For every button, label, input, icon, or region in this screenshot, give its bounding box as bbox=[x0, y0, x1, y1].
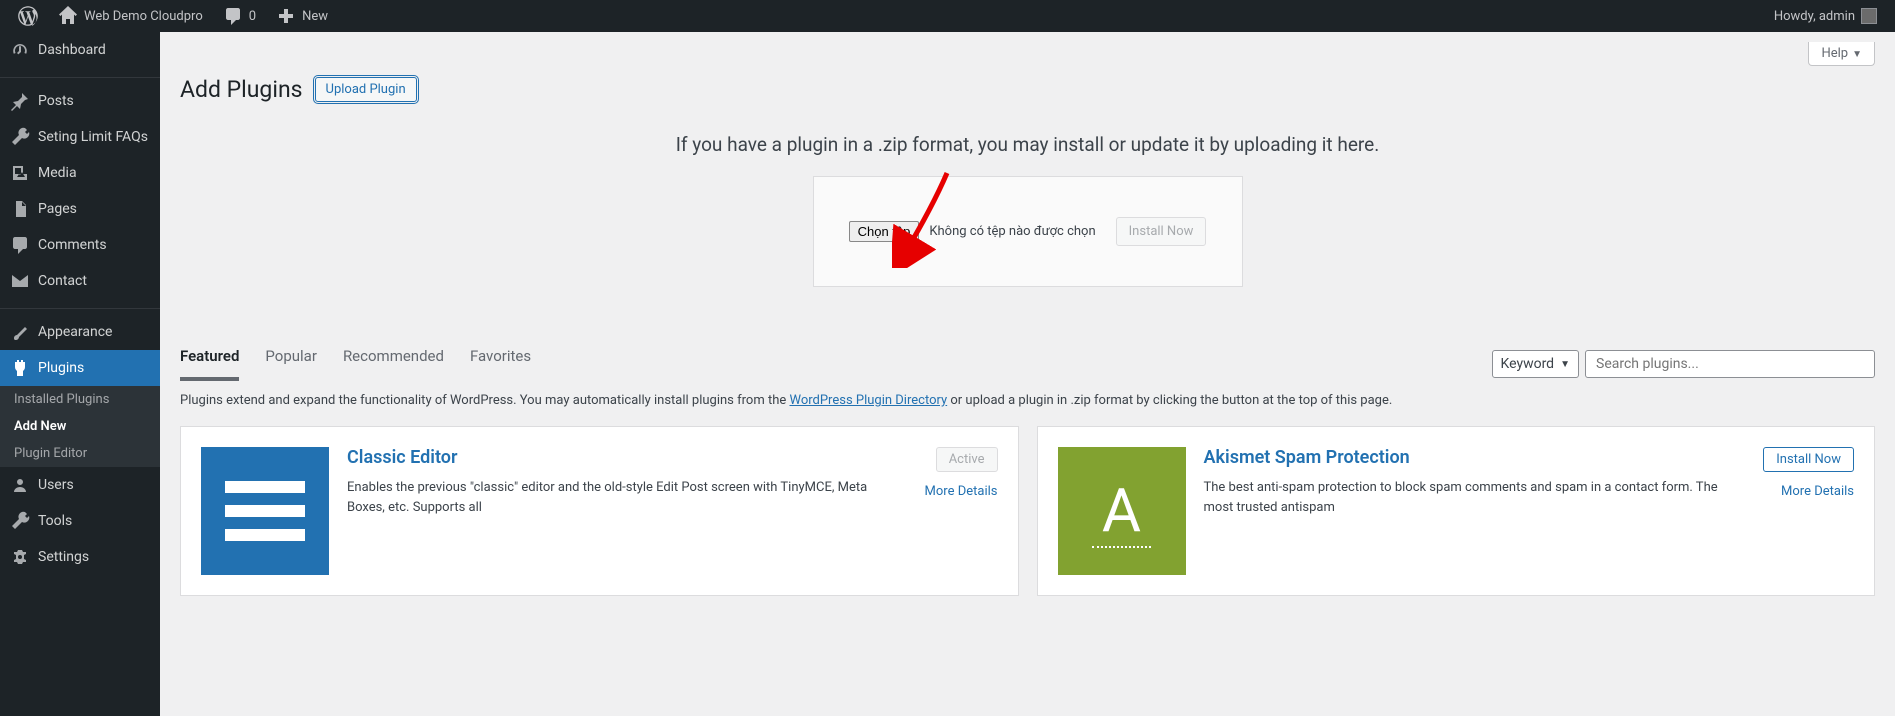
plugin-directory-link[interactable]: WordPress Plugin Directory bbox=[789, 393, 947, 408]
site-name-link[interactable]: Web Demo Cloudpro bbox=[48, 0, 213, 32]
sidebar-item-label: Contact bbox=[38, 273, 87, 289]
wordpress-icon bbox=[18, 6, 38, 26]
chevron-down-icon: ▼ bbox=[1560, 359, 1570, 370]
upload-plugin-button[interactable]: Upload Plugin bbox=[315, 77, 417, 102]
choose-file-button[interactable]: Chọn tệp bbox=[849, 221, 920, 242]
sidebar-item-pages[interactable]: Pages bbox=[0, 191, 160, 227]
admin-bar: Web Demo Cloudpro 0 New Howdy, admin bbox=[0, 0, 1895, 32]
sidebar-item-label: Comments bbox=[38, 237, 107, 253]
sidebar-item-posts[interactable]: Posts bbox=[0, 83, 160, 119]
plugin-description: Enables the previous "classic" editor an… bbox=[347, 478, 880, 517]
my-account-link[interactable]: Howdy, admin bbox=[1764, 0, 1887, 32]
search-plugins-input[interactable] bbox=[1585, 350, 1875, 378]
brush-icon bbox=[10, 322, 30, 342]
comment-icon bbox=[223, 6, 243, 26]
media-icon bbox=[10, 163, 30, 183]
comments-link[interactable]: 0 bbox=[213, 0, 266, 32]
plugin-icon bbox=[10, 358, 30, 378]
plugin-status-button: Active bbox=[936, 447, 998, 472]
upload-form: Chọn tệp Không có tệp nào được chọn Inst… bbox=[813, 176, 1243, 287]
submenu-add-new[interactable]: Add New bbox=[0, 413, 160, 440]
sidebar-item-settings[interactable]: Settings bbox=[0, 539, 160, 575]
home-icon bbox=[58, 6, 78, 26]
submenu-plugin-editor[interactable]: Plugin Editor bbox=[0, 440, 160, 467]
mail-icon bbox=[10, 271, 30, 291]
tab-featured[interactable]: Featured bbox=[180, 347, 239, 381]
pin-icon bbox=[10, 91, 30, 111]
settings-icon bbox=[10, 547, 30, 567]
avatar bbox=[1861, 8, 1877, 24]
intro-pre: Plugins extend and expand the functional… bbox=[180, 393, 789, 408]
users-icon bbox=[10, 475, 30, 495]
sidebar-item-label: Posts bbox=[38, 93, 74, 109]
tab-popular[interactable]: Popular bbox=[265, 347, 317, 381]
wrench-icon bbox=[10, 127, 30, 147]
new-label: New bbox=[302, 9, 328, 24]
sidebar-item-faqs[interactable]: Seting Limit FAQs bbox=[0, 119, 160, 155]
sidebar-item-label: Plugins bbox=[38, 360, 84, 376]
filter-tabs: Featured Popular Recommended Favorites bbox=[180, 347, 531, 381]
page-icon bbox=[10, 199, 30, 219]
plugin-title[interactable]: Classic Editor bbox=[347, 447, 880, 468]
dashboard-icon bbox=[10, 40, 30, 60]
upload-instruction: If you have a plugin in a .zip format, y… bbox=[180, 133, 1875, 156]
menu-separator bbox=[0, 73, 160, 78]
page-title: Add Plugins bbox=[180, 76, 303, 103]
plugin-card: Classic Editor Enables the previous "cla… bbox=[180, 426, 1019, 596]
sidebar-item-dashboard[interactable]: Dashboard bbox=[0, 32, 160, 68]
sidebar-item-appearance[interactable]: Appearance bbox=[0, 314, 160, 350]
submenu-installed-plugins[interactable]: Installed Plugins bbox=[0, 386, 160, 413]
tab-recommended[interactable]: Recommended bbox=[343, 347, 444, 381]
plugin-description: The best anti-spam protection to block s… bbox=[1204, 478, 1737, 517]
no-file-selected-label: Không có tệp nào được chọn bbox=[929, 224, 1095, 239]
chevron-down-icon: ▼ bbox=[1852, 49, 1862, 60]
sidebar-item-tools[interactable]: Tools bbox=[0, 503, 160, 539]
content-area: Help ▼ Add Plugins Upload Plugin If you h… bbox=[160, 32, 1895, 716]
howdy-label: Howdy, admin bbox=[1774, 9, 1855, 24]
tab-favorites[interactable]: Favorites bbox=[470, 347, 531, 381]
sidebar-item-label: Seting Limit FAQs bbox=[38, 129, 148, 145]
sidebar-item-media[interactable]: Media bbox=[0, 155, 160, 191]
more-details-link[interactable]: More Details bbox=[1781, 484, 1854, 499]
sidebar-item-label: Pages bbox=[38, 201, 77, 217]
plus-icon bbox=[276, 6, 296, 26]
plugins-submenu: Installed Plugins Add New Plugin Editor bbox=[0, 386, 160, 467]
new-content-link[interactable]: New bbox=[266, 0, 338, 32]
keyword-label: Keyword bbox=[1501, 356, 1555, 372]
install-now-button[interactable]: Install Now bbox=[1763, 447, 1854, 472]
install-now-button[interactable]: Install Now bbox=[1116, 217, 1207, 246]
intro-post: or upload a plugin in .zip format by cli… bbox=[947, 393, 1392, 408]
menu-separator bbox=[0, 304, 160, 309]
sidebar-item-users[interactable]: Users bbox=[0, 467, 160, 503]
admin-sidebar: Dashboard Posts Seting Limit FAQs Media … bbox=[0, 32, 160, 716]
sidebar-item-comments[interactable]: Comments bbox=[0, 227, 160, 263]
help-label: Help bbox=[1821, 46, 1848, 61]
comment-count: 0 bbox=[249, 9, 256, 24]
more-details-link[interactable]: More Details bbox=[925, 484, 998, 499]
site-name-label: Web Demo Cloudpro bbox=[84, 9, 203, 24]
sidebar-item-contact[interactable]: Contact bbox=[0, 263, 160, 299]
intro-text: Plugins extend and expand the functional… bbox=[180, 393, 1875, 408]
tools-icon bbox=[10, 511, 30, 531]
plugin-thumbnail bbox=[201, 447, 329, 575]
sidebar-item-label: Media bbox=[38, 165, 77, 181]
sidebar-item-label: Appearance bbox=[38, 324, 112, 340]
plugin-title[interactable]: Akismet Spam Protection bbox=[1204, 447, 1737, 468]
sidebar-item-label: Settings bbox=[38, 549, 89, 565]
sidebar-item-plugins[interactable]: Plugins bbox=[0, 350, 160, 386]
search-type-select[interactable]: Keyword ▼ bbox=[1492, 350, 1580, 378]
sidebar-item-label: Dashboard bbox=[38, 42, 106, 58]
comments-icon bbox=[10, 235, 30, 255]
plugin-card: A Akismet Spam Protection The best anti-… bbox=[1037, 426, 1876, 596]
sidebar-item-label: Tools bbox=[38, 513, 72, 529]
help-tab[interactable]: Help ▼ bbox=[1808, 42, 1875, 66]
sidebar-item-label: Users bbox=[38, 477, 74, 493]
plugin-thumbnail: A bbox=[1058, 447, 1186, 575]
thumb-letter: A bbox=[1092, 475, 1151, 548]
wp-logo[interactable] bbox=[8, 0, 48, 32]
